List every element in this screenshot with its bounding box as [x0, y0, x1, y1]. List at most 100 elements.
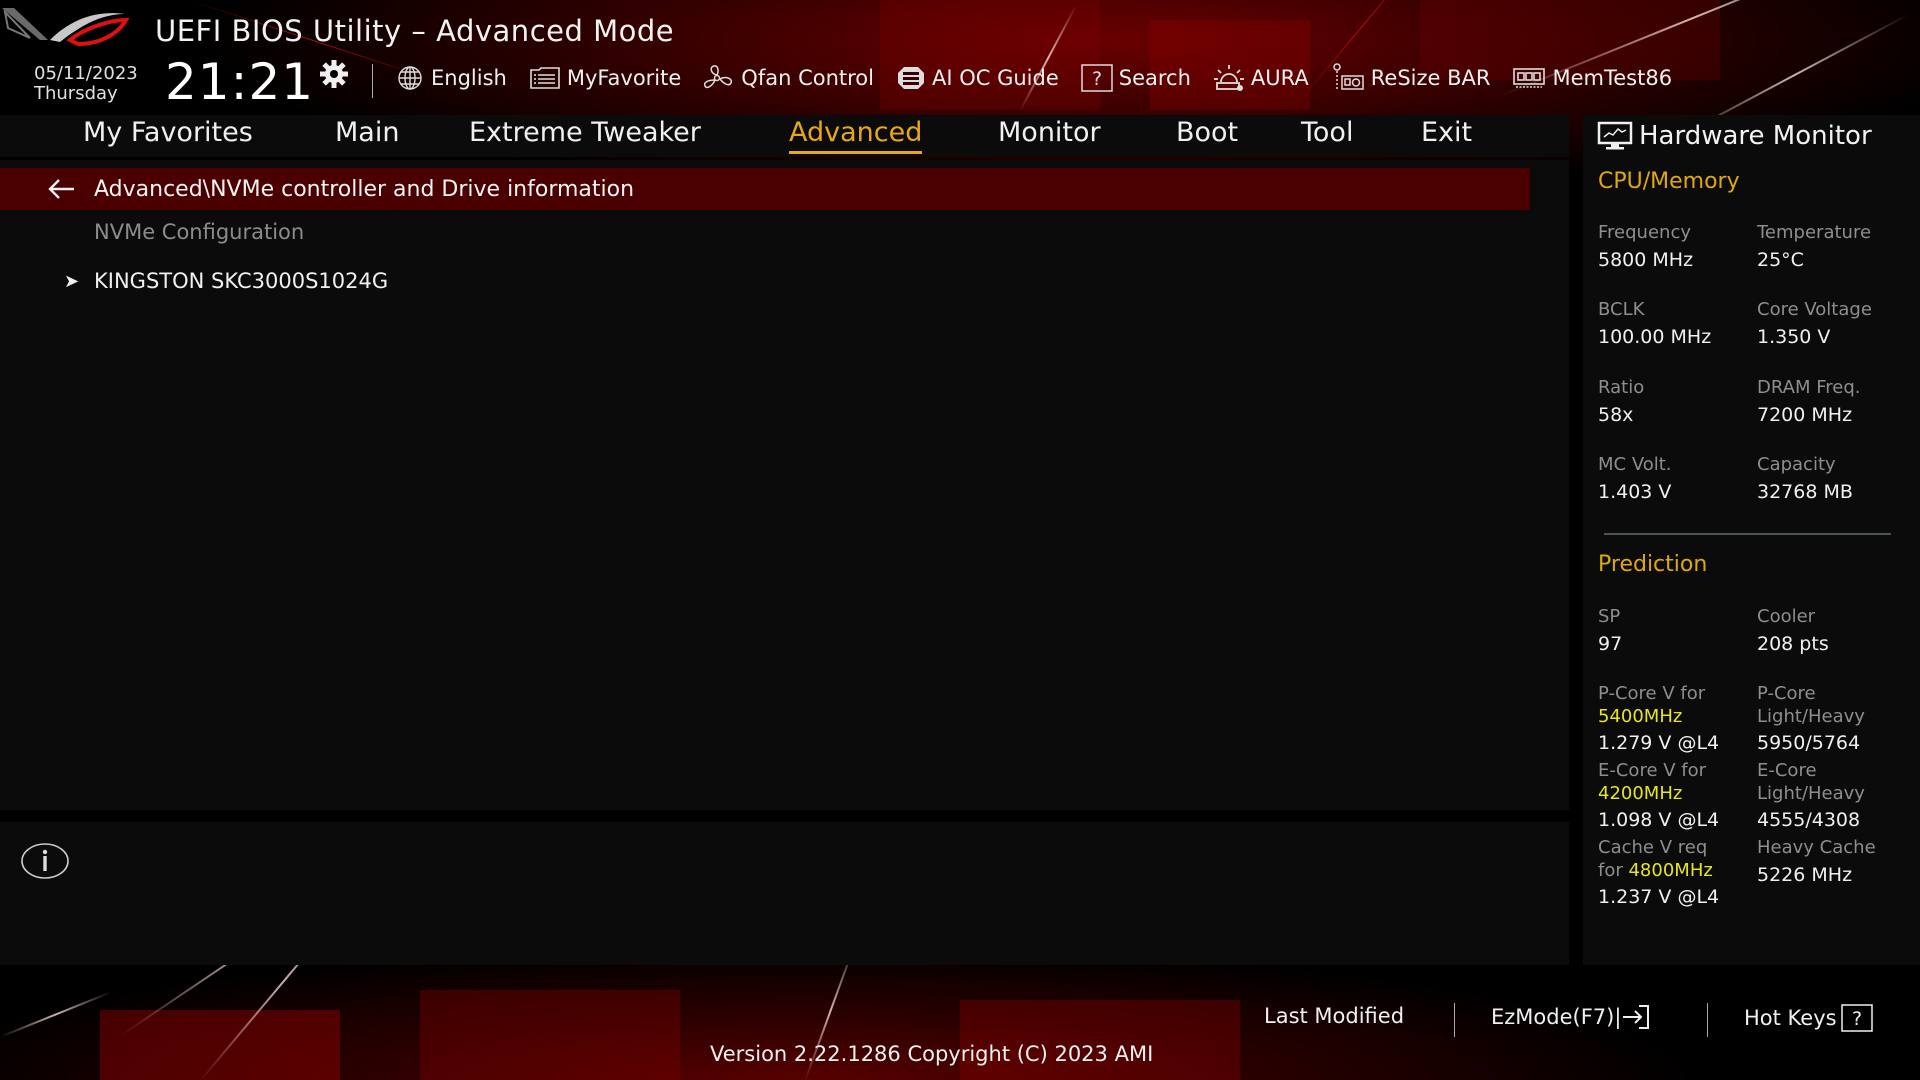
frequency-value: 5800 MHz — [1598, 249, 1694, 271]
info-icon — [21, 843, 69, 879]
mc-volt-value: 1.403 V — [1598, 481, 1672, 503]
pcore-v-freq: 5400MHz — [1598, 706, 1683, 727]
nvme-configuration-header: NVMe Configuration — [94, 220, 305, 244]
rog-logo — [2, 8, 130, 47]
tab-extreme-tweaker[interactable]: Extreme Tweaker — [469, 117, 701, 148]
mc-volt-label: MC Volt. — [1598, 454, 1672, 475]
capacity-value: 32768 MB — [1757, 481, 1853, 503]
tab-tool[interactable]: Tool — [1301, 117, 1353, 148]
tab-boot[interactable]: Boot — [1176, 117, 1238, 148]
monitor-screen-icon — [1597, 121, 1633, 150]
toolbar: English MyFavorite Qfan Control AI OC Gu… — [395, 63, 1694, 93]
date-block: 05/11/2023 Thursday — [34, 64, 138, 104]
date: 05/11/2023 — [34, 63, 138, 84]
sp-value: 97 — [1598, 633, 1623, 655]
tab-my-favorites[interactable]: My Favorites — [83, 117, 253, 148]
bg-block — [880, 0, 1100, 110]
sp-label: SP — [1598, 606, 1621, 627]
last-modified-button[interactable]: Last Modified — [1264, 1004, 1404, 1028]
tool-search[interactable]: ? Search — [1081, 64, 1191, 92]
tab-main[interactable]: Main — [335, 117, 399, 148]
tool-myfavorite[interactable]: MyFavorite — [529, 66, 681, 90]
footer-divider — [1707, 1003, 1708, 1037]
tab-monitor[interactable]: Monitor — [998, 117, 1101, 148]
question-box-icon: ? — [1081, 64, 1113, 92]
tool-label: MemTest86 — [1552, 66, 1673, 90]
dram-freq-label: DRAM Freq. — [1757, 377, 1861, 398]
svg-text:?: ? — [1852, 1008, 1862, 1030]
temperature-value: 25°C — [1757, 249, 1804, 271]
cache-v-label: Cache V req for 4800MHz — [1598, 836, 1713, 882]
weekday: Thursday — [34, 83, 118, 104]
cache-v-freq: 4800MHz — [1628, 860, 1713, 881]
tool-label: ReSize BAR — [1370, 66, 1491, 90]
pcore-v-label: P-Core V for 5400MHz — [1598, 682, 1705, 728]
gear-icon[interactable] — [318, 58, 350, 90]
tool-label: English — [431, 66, 507, 90]
last-modified-label: Last Modified — [1264, 1004, 1405, 1028]
ezmode-button[interactable]: EzMode(F7)| — [1491, 1004, 1651, 1030]
tool-label: AURA — [1250, 66, 1309, 90]
version-text: Version 2.22.1286 Copyright (C) 2023 AMI — [710, 1042, 1154, 1066]
ecore-lh-label-line1: E-Core — [1757, 760, 1817, 781]
capacity-label: Capacity — [1757, 454, 1836, 475]
core-voltage-label: Core Voltage — [1757, 299, 1872, 320]
frequency-label: Frequency — [1598, 222, 1691, 243]
gpu-card-icon — [1333, 63, 1364, 90]
bg-block — [960, 1000, 1240, 1080]
footer-divider — [1454, 1003, 1455, 1037]
temperature-label: Temperature — [1757, 222, 1872, 243]
ecore-v-value: 1.098 V @L4 — [1598, 809, 1720, 831]
ai-chip-icon — [897, 67, 924, 89]
main-nav: My Favorites Main Extreme Tweaker Advanc… — [0, 115, 1569, 157]
tool-label: Qfan Control — [741, 66, 874, 90]
pcore-light-heavy-label: P-Core Light/Heavy — [1757, 682, 1865, 728]
pcore-lh-label-line2: Light/Heavy — [1757, 706, 1865, 727]
hotkeys-button[interactable]: Hot Keys ? — [1744, 1004, 1873, 1032]
hardware-monitor-panel: Hardware Monitor CPU/Memory Frequency 58… — [1583, 115, 1920, 965]
breadcrumb[interactable]: Advanced\NVMe controller and Drive infor… — [0, 168, 1530, 210]
memory-module-icon — [1513, 68, 1546, 88]
app-title: UEFI BIOS Utility – Advanced Mode — [155, 14, 675, 48]
clock: 21:21 — [165, 53, 315, 111]
pcore-v-label-text: P-Core V for — [1598, 683, 1706, 704]
bclk-label: BCLK — [1598, 299, 1645, 320]
tab-advanced[interactable]: Advanced — [789, 117, 923, 154]
ecore-light-heavy-value: 4555/4308 — [1757, 809, 1861, 831]
cpu-memory-section-title: CPU/Memory — [1598, 169, 1740, 194]
main-panel: Advanced\NVMe controller and Drive infor… — [0, 160, 1569, 810]
cache-v-value: 1.237 V @L4 — [1598, 886, 1720, 908]
hardware-monitor-title: Hardware Monitor — [1597, 121, 1872, 151]
pcore-v-value: 1.279 V @L4 — [1598, 732, 1720, 754]
tool-aura[interactable]: AURA — [1213, 64, 1309, 92]
tool-label: Search — [1118, 66, 1191, 90]
tab-exit[interactable]: Exit — [1421, 117, 1472, 148]
aura-light-icon — [1213, 65, 1244, 91]
breadcrumb-path: Advanced\NVMe controller and Drive infor… — [94, 176, 635, 202]
tool-resize-bar[interactable]: ReSize BAR — [1331, 63, 1491, 93]
tool-english[interactable]: English — [395, 65, 507, 91]
ezmode-label: EzMode(F7)| — [1491, 1005, 1622, 1029]
cache-v-label-line1: Cache V req — [1598, 837, 1708, 858]
ratio-label: Ratio — [1598, 377, 1645, 398]
ecore-v-label: E-Core V for 4200MHz — [1598, 759, 1706, 805]
pcore-light-heavy-value: 5950/5764 — [1757, 732, 1861, 754]
pcore-lh-label-line1: P-Core — [1757, 683, 1816, 704]
bg-block — [100, 1010, 340, 1080]
tool-qfan-control[interactable]: Qfan Control — [703, 64, 874, 92]
dram-freq-value: 7200 MHz — [1757, 404, 1853, 426]
ecore-v-freq: 4200MHz — [1598, 783, 1683, 804]
tool-memtest86[interactable]: MemTest86 — [1512, 66, 1672, 90]
header-divider — [372, 64, 373, 98]
kingston-drive-item[interactable]: KINGSTON SKC3000S1024G — [94, 269, 388, 293]
back-arrow-icon[interactable] — [46, 177, 76, 201]
ecore-lh-label-line2: Light/Heavy — [1757, 783, 1865, 804]
tool-ai-oc-guide[interactable]: AI OC Guide — [896, 65, 1059, 91]
core-voltage-value: 1.350 V — [1757, 326, 1831, 348]
submenu-arrow-icon: ➤ — [64, 271, 80, 292]
hotkeys-label: Hot Keys — [1744, 1006, 1837, 1030]
tool-label: AI OC Guide — [931, 66, 1059, 90]
bclk-value: 100.00 MHz — [1598, 326, 1712, 348]
section-divider — [1604, 533, 1891, 535]
question-box-icon: ? — [1840, 1004, 1873, 1032]
